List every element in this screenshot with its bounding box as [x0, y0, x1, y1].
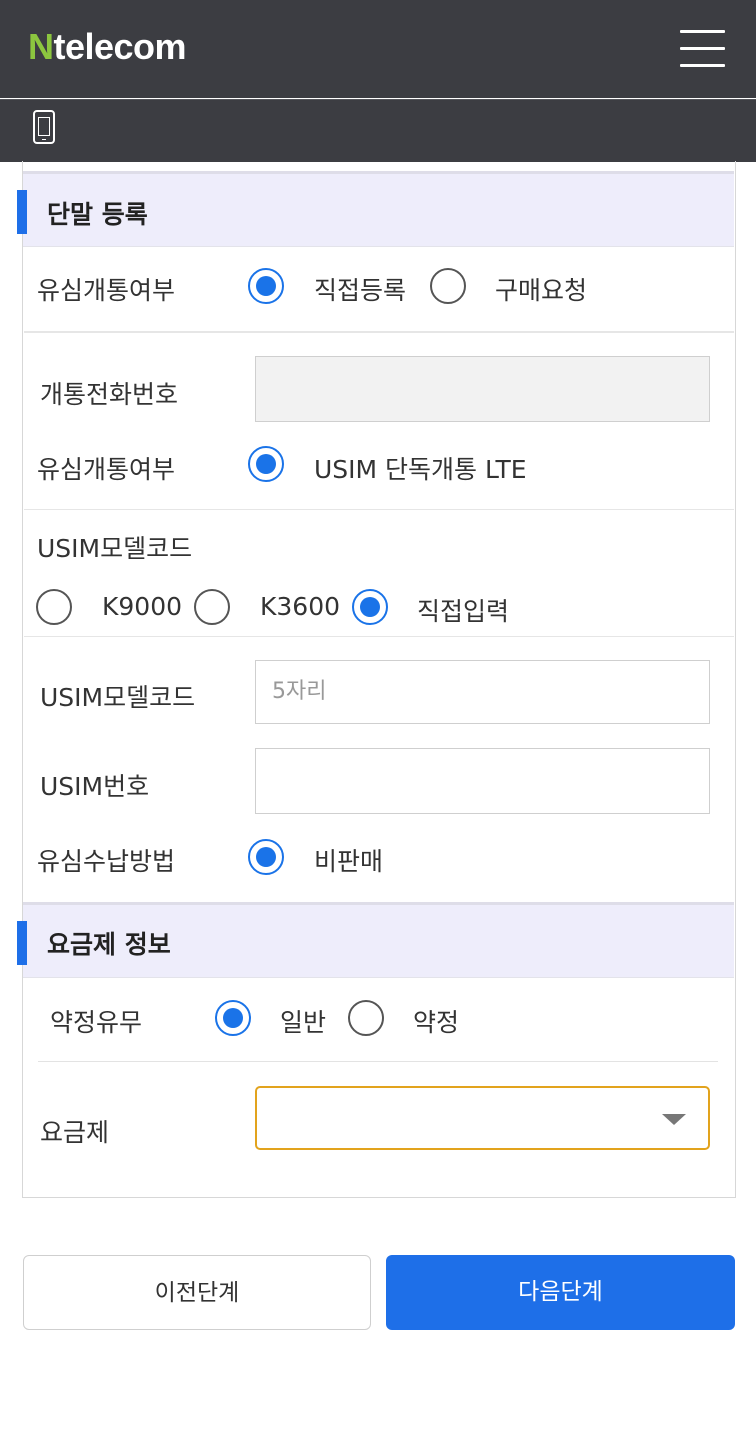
sub-nav-bar: [0, 99, 756, 162]
radio-general[interactable]: [215, 1000, 251, 1036]
usim-activation-type-label: 유심개통여부: [37, 455, 176, 484]
chevron-down-icon: [662, 1114, 686, 1125]
prev-step-button[interactable]: 이전단계: [23, 1255, 371, 1330]
usim-number-input[interactable]: [255, 748, 710, 814]
usim-activation-label: 유심개통여부: [37, 276, 176, 305]
radio-direct-register-label[interactable]: 직접등록: [314, 271, 406, 307]
phone-number-input[interactable]: [255, 356, 710, 422]
logo-mark: N: [28, 26, 54, 67]
row-divider: [38, 1061, 718, 1062]
row-divider: [24, 331, 734, 333]
radio-general-label[interactable]: 일반: [280, 1003, 326, 1039]
usim-number-label: USIM번호: [40, 772, 150, 801]
radio-k3600[interactable]: [194, 589, 230, 625]
plan-select[interactable]: [255, 1086, 710, 1150]
plan-section-title: 요금제 정보: [47, 930, 171, 959]
radio-purchase-request-label[interactable]: 구매요청: [495, 271, 587, 307]
plan-label: 요금제: [40, 1118, 110, 1147]
radio-k9000[interactable]: [36, 589, 72, 625]
section-accent-bar: [17, 921, 27, 965]
radio-contract-label[interactable]: 약정: [413, 1003, 459, 1039]
radio-k3600-label[interactable]: K3600: [260, 592, 340, 621]
radio-direct-input-label[interactable]: 직접입력: [417, 592, 509, 628]
radio-usim-only-lte[interactable]: [248, 446, 284, 482]
brand-logo[interactable]: Ntelecom: [28, 26, 187, 68]
usim-payment-label: 유심수납방법: [37, 847, 176, 876]
radio-direct-input[interactable]: [352, 589, 388, 625]
phone-number-label: 개통전화번호: [40, 380, 179, 409]
phone-icon[interactable]: [33, 110, 55, 144]
logo-text: telecom: [53, 26, 187, 67]
model-code-input[interactable]: 5자리: [255, 660, 710, 724]
model-code-choice-label: USIM모델코드: [37, 534, 193, 563]
row-divider: [24, 636, 734, 637]
radio-k9000-label[interactable]: K9000: [102, 592, 182, 621]
contract-label: 약정유무: [50, 1008, 143, 1037]
model-code-input-label: USIM모델코드: [40, 683, 196, 712]
radio-contract[interactable]: [348, 1000, 384, 1036]
radio-purchase-request[interactable]: [430, 268, 466, 304]
radio-direct-register[interactable]: [248, 268, 284, 304]
device-section-title: 단말 등록: [47, 200, 148, 229]
radio-usim-only-lte-label[interactable]: USIM 단독개통 LTE: [314, 450, 527, 486]
radio-not-for-sale-label[interactable]: 비판매: [314, 842, 383, 878]
row-divider: [24, 509, 734, 510]
hamburger-icon[interactable]: [680, 30, 725, 68]
next-step-button[interactable]: 다음단계: [386, 1255, 735, 1330]
radio-not-for-sale[interactable]: [248, 839, 284, 875]
section-accent-bar: [17, 190, 27, 234]
